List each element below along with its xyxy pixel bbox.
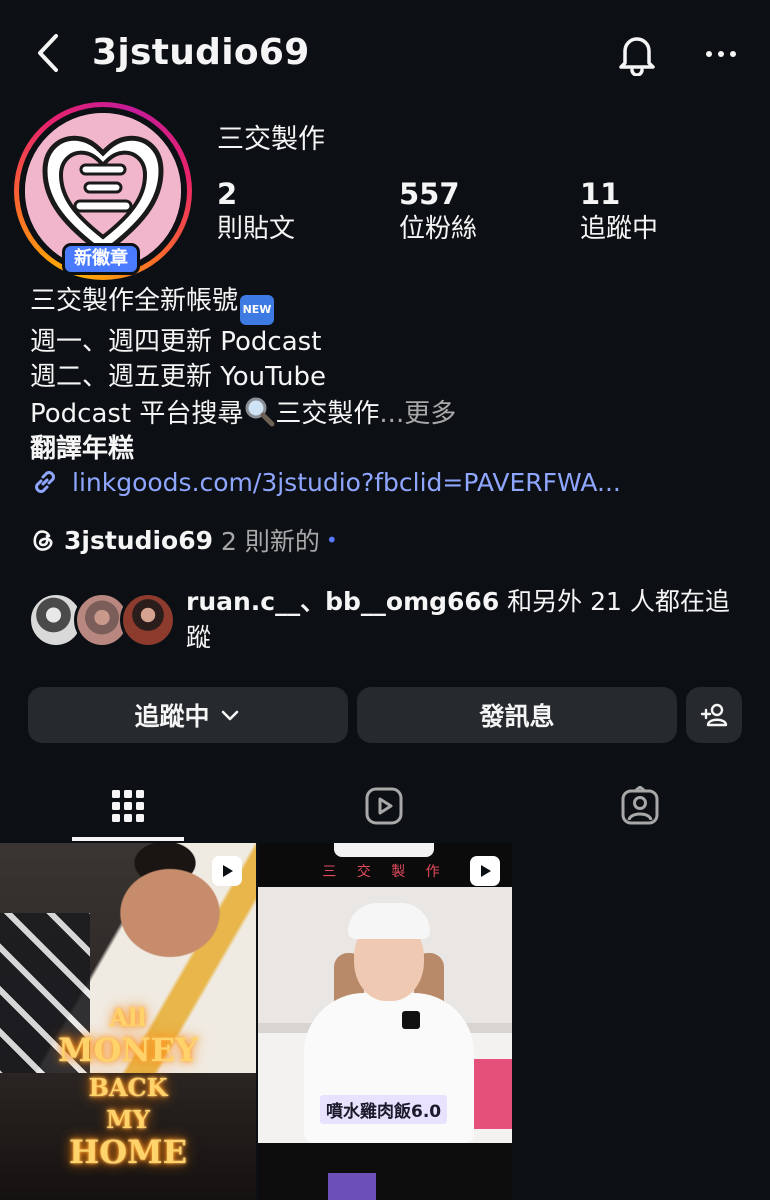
following-button-label: 追蹤中	[134, 702, 210, 731]
tagged-person-icon	[621, 786, 659, 825]
top-bar: 3jstudio69	[0, 0, 770, 108]
bio-line-5: 翻譯年糕	[30, 434, 135, 464]
post-text: MY	[106, 1105, 150, 1134]
tab-tagged[interactable]	[584, 770, 696, 842]
reel-icon	[212, 856, 242, 886]
message-button-label: 發訊息	[479, 702, 555, 731]
threads-dot: •	[325, 528, 338, 552]
post-text: HOME	[69, 1133, 187, 1171]
post-tile[interactable]: 三 交 製 作 噴水雞肉飯6.0	[258, 843, 512, 1200]
bio-line-1: 三交製作全新帳號 NEW	[30, 284, 456, 325]
grid-icon	[112, 790, 144, 822]
message-button[interactable]: 發訊息	[357, 687, 677, 743]
mutual-followers-text[interactable]: ruan.c__、bb__omg666 和另外 21 人都在追蹤	[186, 584, 746, 656]
threads-badge[interactable]: 3jstudio69 2 則新的 •	[30, 522, 338, 558]
post-text: All	[109, 1003, 147, 1032]
bio-ellipsis: ...	[379, 399, 405, 429]
bio[interactable]: 三交製作全新帳號 NEW 週一、週四更新 Podcast 週二、週五更新 YouT…	[30, 284, 456, 467]
external-link-text: linkgoods.com/3jstudio?fbclid=PAVERFWA..…	[72, 467, 621, 497]
post-tile[interactable]: All MONEY BACK MY HOME	[0, 843, 256, 1200]
reels-icon	[365, 787, 403, 825]
suggest-people-button[interactable]	[686, 687, 742, 743]
new-badge[interactable]: 新徽章	[62, 243, 140, 275]
post-caption: 噴水雞肉飯6.0	[320, 1095, 448, 1124]
threads-handle: 3jstudio69	[64, 525, 214, 555]
post-text: MONEY	[58, 1031, 198, 1069]
mutual-follower-avatars[interactable]	[28, 592, 176, 652]
posts-stat[interactable]: 2 則貼文	[217, 176, 295, 246]
bio-line-3: 週二、週五更新 YouTube	[30, 362, 326, 392]
display-name: 三交製作	[217, 124, 325, 155]
back-arrow-icon[interactable]	[30, 30, 66, 76]
bio-line-2: 週一、週四更新 Podcast	[30, 327, 322, 357]
external-link[interactable]: linkgoods.com/3jstudio?fbclid=PAVERFWA..…	[30, 464, 621, 500]
followers-count: 557	[399, 177, 460, 211]
followers-label: 位粉絲	[399, 214, 478, 244]
add-person-icon	[700, 703, 728, 727]
posts-label: 則貼文	[217, 214, 296, 244]
following-count: 11	[580, 177, 621, 211]
profile-username: 3jstudio69	[92, 32, 310, 73]
mutual-follower-names: ruan.c__、bb__omg666	[186, 587, 500, 616]
tab-reels[interactable]	[328, 770, 440, 842]
following-stat[interactable]: 11 追蹤中	[580, 176, 658, 246]
notification-bell-icon[interactable]	[614, 30, 660, 77]
following-button[interactable]: 追蹤中	[28, 687, 348, 743]
reel-icon	[470, 856, 500, 886]
post-text: BACK	[88, 1073, 168, 1102]
magnifier-icon	[243, 395, 275, 427]
bio-more-link[interactable]: 更多	[404, 399, 456, 429]
more-options-icon[interactable]	[700, 34, 742, 74]
active-tab-indicator	[72, 837, 184, 841]
link-icon	[35, 471, 55, 493]
threads-icon	[33, 530, 53, 551]
profile-tabs	[0, 770, 770, 842]
new-emoji-icon: NEW	[240, 295, 275, 325]
bio-line-4: Podcast 平台搜尋 三交製作...更多	[30, 395, 456, 432]
chevron-down-icon	[221, 710, 238, 721]
followers-stat[interactable]: 557 位粉絲	[399, 176, 477, 246]
posts-grid: All MONEY BACK MY HOME 三 交 製 作 噴水雞肉飯6.0	[0, 843, 770, 1200]
posts-count: 2	[217, 177, 238, 211]
avatar	[120, 592, 176, 648]
tab-posts-grid[interactable]	[72, 770, 184, 842]
threads-new-count: 2 則新的	[221, 527, 320, 556]
following-label: 追蹤中	[580, 214, 659, 244]
